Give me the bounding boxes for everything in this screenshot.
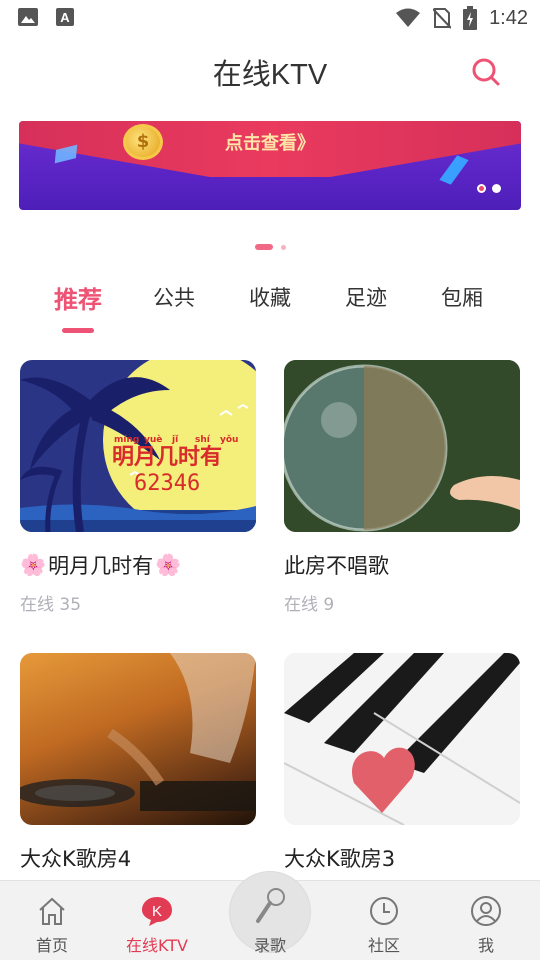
nav-community[interactable]: 社区 bbox=[344, 881, 424, 961]
room-card[interactable]: 大众K歌房3 bbox=[284, 653, 520, 883]
search-button[interactable] bbox=[470, 56, 504, 90]
flower-icon: 🌸 bbox=[20, 552, 47, 577]
wifi-icon bbox=[396, 8, 421, 27]
status-bar: A 1:42 bbox=[0, 0, 540, 36]
svg-text:A: A bbox=[60, 10, 70, 25]
room-name: 大众K歌房4 bbox=[20, 847, 132, 871]
ktv-bubble-icon: K bbox=[142, 897, 172, 926]
nav-home[interactable]: 首页 bbox=[12, 881, 92, 961]
room-card[interactable]: 大众K歌房4 bbox=[20, 653, 256, 883]
online-count: 在线 9 bbox=[284, 595, 335, 615]
svg-text:K: K bbox=[152, 903, 162, 920]
thumb-room-number: 62346 bbox=[134, 471, 200, 496]
tab-recommend[interactable]: 推荐 bbox=[54, 280, 102, 315]
online-count: 在线 35 bbox=[20, 595, 82, 615]
page-indicator bbox=[0, 244, 540, 250]
nav-record-label: 录歌 bbox=[253, 936, 286, 955]
flower-icon: 🌸 bbox=[155, 552, 182, 577]
banner-dot bbox=[492, 184, 501, 193]
thumb-pinyin: jǐ bbox=[171, 435, 179, 445]
no-sim-icon bbox=[433, 8, 452, 29]
room-name: 大众K歌房3 bbox=[284, 847, 396, 871]
room-thumbnail bbox=[284, 360, 520, 532]
thumb-pinyin: yuè bbox=[144, 434, 162, 445]
room-thumbnail bbox=[284, 653, 520, 825]
nav-me-label: 我 bbox=[477, 936, 494, 955]
user-icon bbox=[471, 896, 501, 926]
room-thumbnail bbox=[20, 653, 256, 825]
clock-icon bbox=[370, 897, 398, 925]
promo-banner[interactable]: $ 点击查看》 bbox=[19, 121, 521, 210]
a-notification-icon: A bbox=[56, 8, 74, 26]
microphone-icon bbox=[256, 888, 285, 923]
room-thumbnail: míng yuè jǐ shí yǒu 明月几时有 62346 bbox=[20, 360, 256, 532]
gem-icon bbox=[439, 155, 469, 185]
tab-history[interactable]: 足迹 bbox=[345, 282, 387, 312]
room-name: 此房不唱歌 bbox=[284, 554, 389, 578]
room-card[interactable]: 此房不唱歌 在线 9 bbox=[284, 360, 520, 615]
bottom-nav: 首页 K 在线KTV 录歌 社区 我 bbox=[0, 871, 540, 961]
tab-underline bbox=[62, 328, 94, 333]
header: 在线KTV bbox=[0, 36, 540, 106]
tab-public[interactable]: 公共 bbox=[153, 282, 195, 312]
thumb-pinyin: shí bbox=[195, 435, 211, 445]
home-icon bbox=[39, 897, 65, 925]
banner-dot-active bbox=[477, 184, 486, 193]
page-indicator-active bbox=[254, 244, 273, 250]
tab-private-rooms[interactable]: 包厢 bbox=[441, 282, 483, 312]
page-title: 在线KTV bbox=[212, 59, 328, 91]
thumb-pinyin: yǒu bbox=[220, 434, 238, 445]
nav-community-label: 社区 bbox=[367, 936, 400, 955]
thumb-song-title: 明月几时有 bbox=[112, 444, 222, 470]
page-indicator-dot bbox=[280, 244, 286, 250]
nav-online-ktv[interactable]: K 在线KTV bbox=[117, 881, 197, 961]
room-card[interactable]: míng yuè jǐ shí yǒu 明月几时有 62346 🌸 明月几时有 … bbox=[20, 360, 256, 615]
banner-cta: 点击查看》 bbox=[225, 133, 315, 154]
nav-me[interactable]: 我 bbox=[446, 881, 526, 961]
nav-online-ktv-label: 在线KTV bbox=[126, 936, 188, 955]
nav-home-label: 首页 bbox=[35, 936, 68, 955]
room-name: 明月几时有 bbox=[48, 554, 154, 578]
battery-icon bbox=[463, 6, 478, 30]
room-name-row: 🌸 明月几时有 🌸 bbox=[20, 550, 256, 580]
search-icon bbox=[472, 58, 500, 86]
category-tabs: 推荐 公共 收藏 足迹 包厢 bbox=[0, 282, 540, 338]
tab-favorites[interactable]: 收藏 bbox=[249, 282, 291, 312]
status-time: 1:42 bbox=[489, 6, 528, 29]
image-notification-icon bbox=[18, 8, 38, 26]
banner-indicator bbox=[477, 184, 501, 193]
thumb-pinyin: míng bbox=[114, 435, 139, 445]
nav-record[interactable]: 录歌 bbox=[230, 881, 310, 961]
